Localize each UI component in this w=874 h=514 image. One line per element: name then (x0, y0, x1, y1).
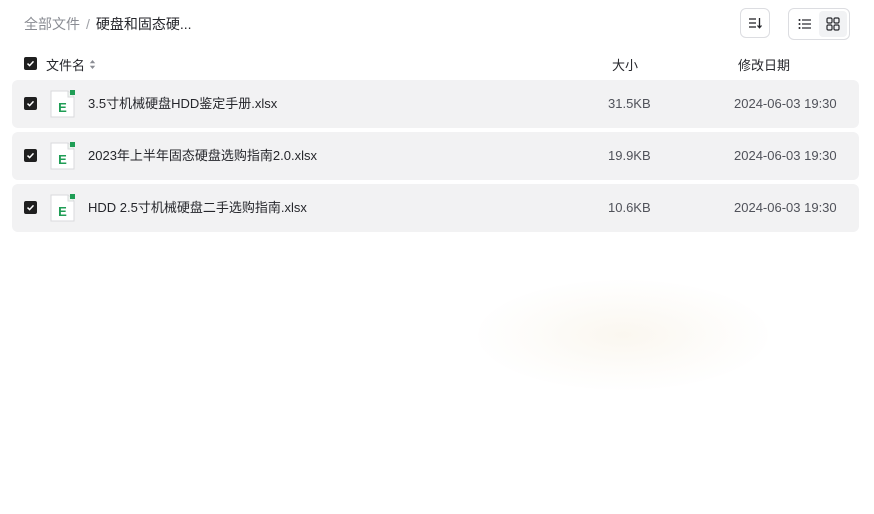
svg-text:E: E (58, 204, 67, 219)
grid-view-button[interactable] (819, 11, 847, 37)
sort-button[interactable] (740, 8, 770, 38)
file-modified-date: 2024-06-03 19:30 (734, 96, 837, 111)
file-row[interactable]: E HDD 2.5寸机械硬盘二手选购指南.xlsx 10.6KB 2024-06… (12, 184, 859, 232)
breadcrumb-separator: / (86, 16, 90, 32)
file-name[interactable]: 2023年上半年固态硬盘选购指南2.0.xlsx (88, 148, 317, 164)
size-column-header[interactable]: 大小 (612, 55, 638, 74)
excel-file-icon: E (50, 142, 75, 170)
excel-file-icon: E (50, 194, 75, 222)
checkmark-icon (26, 100, 35, 107)
list-view-button[interactable] (791, 11, 819, 37)
svg-text:E: E (58, 152, 67, 167)
file-size: 19.9KB (608, 148, 651, 163)
file-size: 31.5KB (608, 96, 651, 111)
file-size: 10.6KB (608, 200, 651, 215)
row-checkbox[interactable] (24, 97, 37, 110)
file-name[interactable]: 3.5寸机械硬盘HDD鉴定手册.xlsx (88, 96, 277, 112)
checkmark-icon (26, 60, 35, 67)
sort-caret-icon (89, 59, 96, 70)
name-column-label: 文件名 (46, 58, 86, 73)
file-row[interactable]: E 3.5寸机械硬盘HDD鉴定手册.xlsx 31.5KB 2024-06-03… (12, 80, 859, 128)
top-bar: 全部文件 / 硬盘和固态硬... (0, 0, 874, 48)
date-column-header[interactable]: 修改日期 (738, 55, 790, 74)
grid-view-icon (826, 17, 840, 31)
checkmark-icon (26, 152, 35, 159)
list-header: 文件名 大小 修改日期 (12, 52, 859, 76)
view-toggle (788, 8, 850, 40)
file-modified-date: 2024-06-03 19:30 (734, 148, 837, 163)
checkmark-icon (26, 204, 35, 211)
list-view-icon (798, 19, 811, 29)
svg-text:E: E (58, 100, 67, 115)
name-column-header[interactable]: 文件名 (46, 55, 96, 74)
breadcrumb: 全部文件 / 硬盘和固态硬... (24, 14, 192, 34)
select-all-checkbox[interactable] (24, 57, 37, 70)
file-list: E 3.5寸机械硬盘HDD鉴定手册.xlsx 31.5KB 2024-06-03… (12, 80, 859, 236)
file-name[interactable]: HDD 2.5寸机械硬盘二手选购指南.xlsx (88, 200, 307, 216)
breadcrumb-current-folder: 硬盘和固态硬... (95, 16, 192, 32)
sort-list-icon (749, 18, 762, 29)
background-decoration (478, 280, 768, 390)
file-browser: 全部文件 / 硬盘和固态硬... 文件名 大小 修改日期 E 3.5寸机械硬盘H… (0, 0, 874, 514)
row-checkbox[interactable] (24, 149, 37, 162)
file-row[interactable]: E 2023年上半年固态硬盘选购指南2.0.xlsx 19.9KB 2024-0… (12, 132, 859, 180)
row-checkbox[interactable] (24, 201, 37, 214)
breadcrumb-root-link[interactable]: 全部文件 (24, 14, 80, 34)
excel-file-icon: E (50, 90, 75, 118)
file-modified-date: 2024-06-03 19:30 (734, 200, 837, 215)
